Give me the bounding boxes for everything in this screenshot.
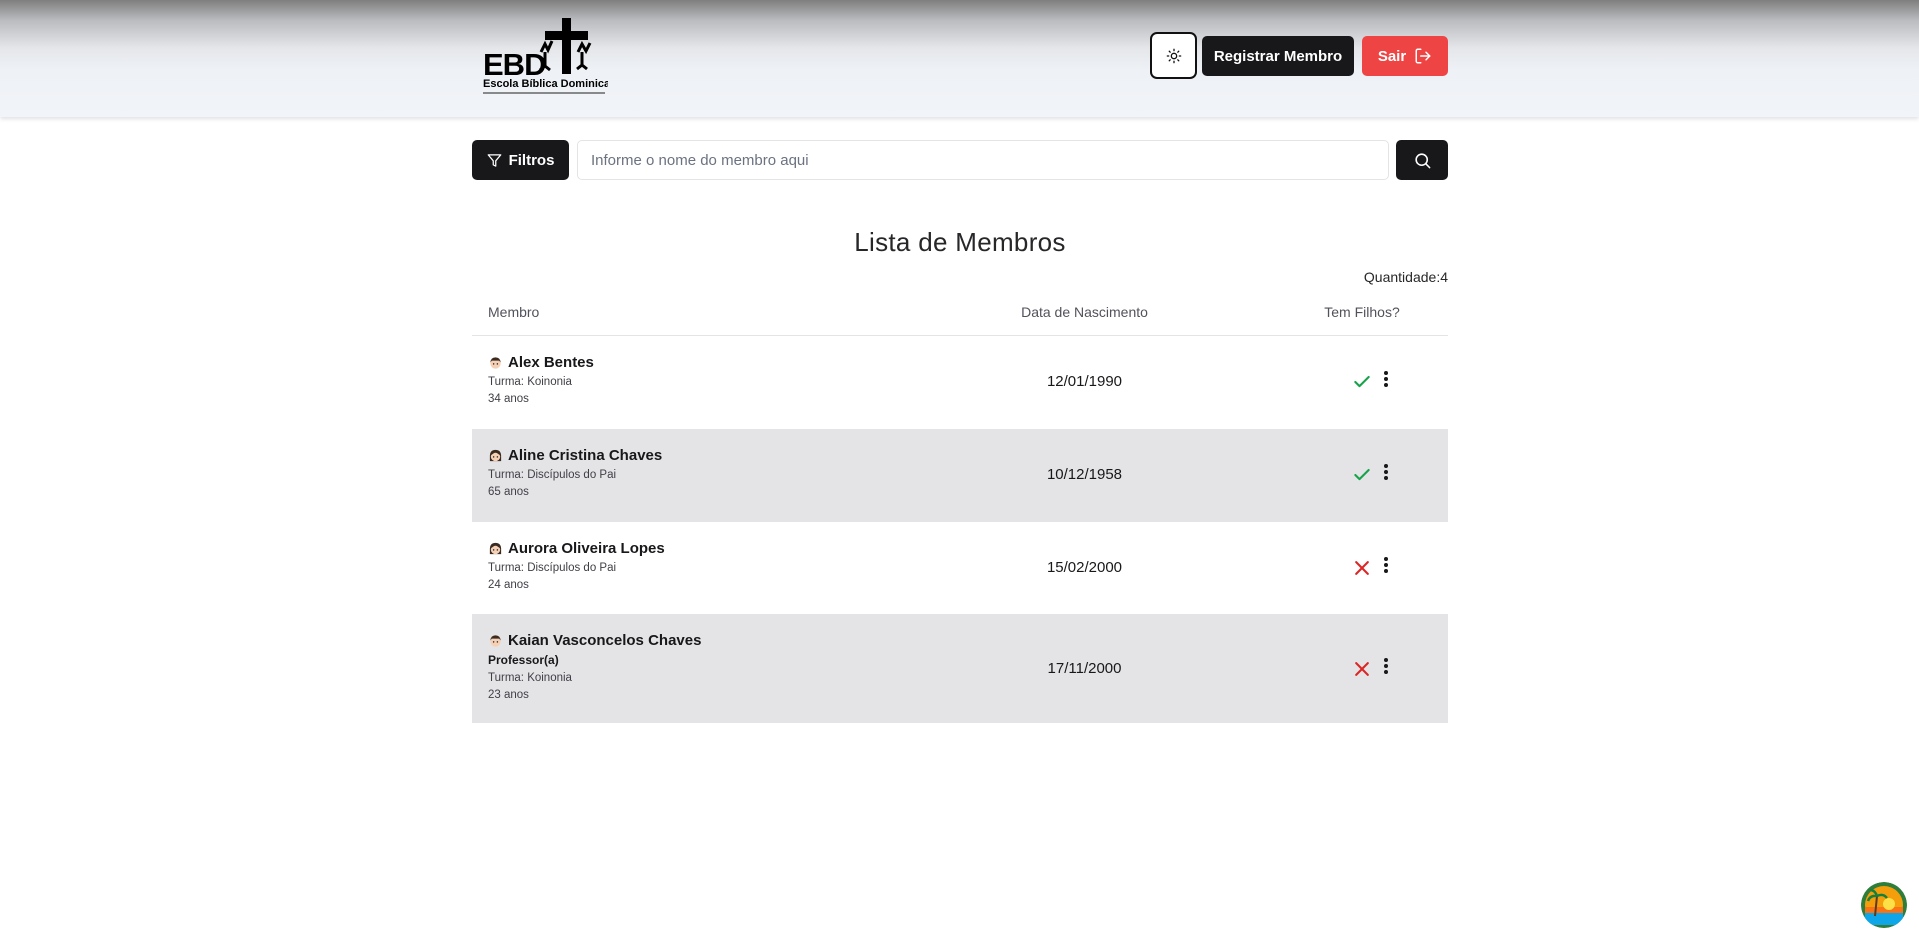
floating-widget-button[interactable] [1861, 882, 1907, 928]
ebd-logo[interactable]: EBD Escola Bíblica Dominical [483, 18, 608, 96]
member-quantity: Quantidade:4 [1363, 269, 1448, 285]
column-header-has-children: Tem Filhos? [1324, 304, 1400, 320]
table-row[interactable]: Aline Cristina Chaves Turma: Discípulos … [472, 429, 1448, 522]
member-class: Turma: Discípulos do Pai [488, 469, 617, 481]
logout-label: Sair [1377, 47, 1407, 65]
sun-icon [1166, 48, 1181, 63]
member-name: Kaian Vasconcelos Chaves [508, 632, 702, 649]
member-age: 24 anos [488, 579, 529, 591]
member-cell: Kaian Vasconcelos Chaves Professor(a) Tu… [488, 632, 701, 701]
kebab-menu-icon [1384, 371, 1388, 387]
member-cell: Aurora Oliveira Lopes Turma: Discípulos … [488, 540, 665, 591]
funnel-icon [487, 153, 501, 167]
svg-text:EBD: EBD [483, 47, 546, 82]
birth-date: 17/11/2000 [1047, 660, 1122, 677]
row-actions-button[interactable] [1376, 556, 1396, 574]
check-icon [1354, 375, 1370, 388]
has-children-status [1237, 372, 1487, 392]
table-row[interactable]: Aurora Oliveira Lopes Turma: Discípulos … [472, 522, 1448, 614]
logout-icon [1415, 48, 1431, 64]
kebab-menu-icon [1384, 464, 1388, 480]
member-cell: Alex Bentes Turma: Koinonia 34 anos [488, 354, 594, 405]
member-age: 23 anos [488, 689, 529, 701]
table-row[interactable]: Kaian Vasconcelos Chaves Professor(a) Tu… [472, 614, 1448, 723]
beach-sunset-icon [1861, 882, 1907, 928]
female-avatar-icon [489, 449, 502, 462]
member-name: Aline Cristina Chaves [508, 447, 663, 464]
female-avatar-icon [489, 542, 502, 555]
member-age: 34 anos [488, 393, 529, 405]
has-children-status [1237, 465, 1487, 485]
member-name: Aurora Oliveira Lopes [508, 540, 665, 557]
filters-label: Filtros [508, 151, 555, 169]
x-icon [1355, 662, 1369, 676]
kebab-menu-icon [1384, 658, 1388, 674]
member-class: Turma: Discípulos do Pai [488, 562, 617, 574]
table-header: Membro Data de Nascimento Tem Filhos? [472, 296, 1448, 336]
register-member-label: Registrar Membro [1213, 47, 1343, 65]
member-age: 65 anos [488, 486, 529, 498]
has-children-status [1237, 659, 1487, 679]
member-class: Turma: Koinonia [488, 672, 572, 684]
has-children-status [1237, 558, 1487, 578]
x-icon [1355, 561, 1369, 575]
column-header-member: Membro [488, 304, 540, 320]
member-cell: Aline Cristina Chaves Turma: Discípulos … [488, 447, 662, 498]
birth-date: 12/01/1990 [1046, 373, 1123, 390]
birth-date: 15/02/2000 [1046, 559, 1123, 576]
member-class: Turma: Koinonia [488, 376, 572, 388]
register-member-button[interactable]: Registrar Membro [1202, 36, 1354, 76]
kebab-menu-icon [1384, 557, 1388, 573]
top-navbar: EBD Escola Bíblica Dominical Registrar M… [0, 0, 1919, 117]
member-name: Alex Bentes [508, 354, 594, 371]
page-title: Lista de Membros [854, 227, 1066, 257]
filters-button[interactable]: Filtros [472, 140, 569, 180]
male-avatar-icon [490, 357, 501, 369]
table-row[interactable]: Alex Bentes Turma: Koinonia 34 anos 12/0… [472, 336, 1448, 428]
member-search-input[interactable] [577, 140, 1389, 180]
row-actions-button[interactable] [1376, 463, 1396, 481]
svg-text:Escola Bíblica Dominical: Escola Bíblica Dominical [483, 78, 608, 90]
search-button[interactable] [1396, 140, 1448, 180]
row-actions-button[interactable] [1376, 657, 1396, 675]
logout-button[interactable]: Sair [1362, 36, 1448, 76]
search-icon [1414, 152, 1430, 168]
male-avatar-icon [490, 635, 501, 647]
birth-date: 10/12/1958 [1046, 466, 1123, 483]
column-header-birth-date: Data de Nascimento [1021, 304, 1148, 320]
theme-toggle-button[interactable] [1150, 32, 1197, 79]
member-role: Professor(a) [488, 653, 559, 667]
row-actions-button[interactable] [1376, 370, 1396, 388]
check-icon [1354, 468, 1370, 481]
